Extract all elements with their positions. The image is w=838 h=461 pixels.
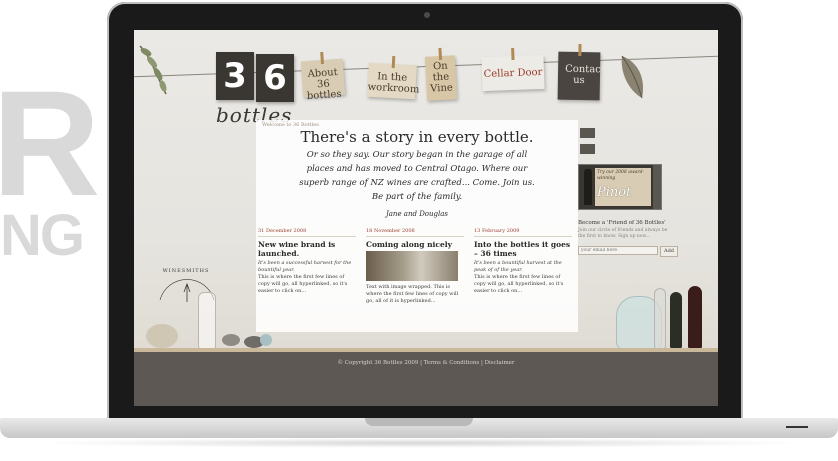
friend-signup-title: Become a 'Friend of 36 Bottles' [578,220,666,226]
nav-contact-label: Contact us [565,63,605,87]
nav-about[interactable]: About 36 bottles [300,51,346,102]
post-date: 13 February 2009 [474,228,572,237]
nav-vine-label: On the Vine [429,60,454,95]
nav-vine[interactable]: On the Vine [424,47,458,101]
friend-signup-text: Join our circle of friends and always be… [578,228,668,239]
social-icon[interactable] [580,128,595,138]
clothes-peg-icon [320,51,325,65]
wine-bottle-icon [670,292,682,348]
post-lead: It's been a bountiful harvest at the pea… [474,260,562,273]
background-letters-small: NG [0,203,85,268]
post-date: 31 December 2008 [258,228,356,237]
nav-workroom[interactable]: In the workroom [367,55,420,100]
camera-icon [424,12,430,18]
stone-icon [222,334,240,346]
stamp-text: WINESMITHS [162,268,210,274]
stone-icon [260,334,272,346]
stone-icon [146,324,178,348]
nav-contact[interactable]: Contact us [557,43,605,101]
laptop-shadow [30,438,810,448]
post-excerpt[interactable]: This is where the first few lines of cop… [474,274,572,295]
nav-about-label: About 36 bottles [306,66,342,103]
post-excerpt[interactable]: Text with image wrapped. This is where t… [366,284,464,305]
pinot-promo-banner[interactable]: Try our 2008 award-winning Pinot [578,164,662,210]
nav-cellar-door[interactable]: Cellar Door [481,47,545,92]
logo-digit-card-3[interactable]: 3 [216,52,254,100]
laptop-base [0,418,838,438]
social-icon[interactable] [580,144,595,154]
add-button[interactable]: Add [660,246,678,257]
promo-product: Pinot [597,185,632,200]
promo-side-tab [653,165,661,209]
lid-notch [365,418,473,426]
blog-post[interactable]: 31 December 2008 New wine brand is launc… [258,228,356,295]
glass-jar-icon [198,292,216,350]
page-headline: There's a story in every bottle. [300,128,534,146]
background-letter-large: R [0,78,100,227]
clothes-peg-icon [438,47,443,61]
logo-digit: 6 [263,58,287,98]
blog-post[interactable]: 13 February 2009 Into the bottles it goe… [474,228,572,295]
glass-jar-icon [654,288,666,350]
clothes-peg-icon [511,47,515,61]
post-excerpt[interactable]: This is where the first few lines of cop… [258,274,356,295]
email-field[interactable] [578,246,658,255]
background-lettering: R NG [0,78,110,278]
signature: Jane and Douglas [385,210,449,218]
intro-paragraph: Or so they say. Our story began in the g… [299,150,535,202]
logo-digit-card-6[interactable]: 6 [256,54,294,102]
leaf-icon [621,55,644,99]
wine-bottle-icon [688,286,702,348]
clothes-peg-icon [578,43,582,57]
website-screen: 3 6 bottles About 36 bottles In the work… [134,30,718,406]
post-thumbnail[interactable] [366,251,458,281]
post-title[interactable]: New wine brand is launched. [258,240,356,258]
logo-digit: 3 [223,56,247,96]
clothes-peg-icon [391,55,396,69]
promo-text: Try our 2008 award-winning [597,170,644,181]
post-title[interactable]: Coming along nicely [366,240,464,249]
status-light-icon [786,426,808,428]
post-date: 18 November 2008 [366,228,464,237]
wine-bottle-icon [584,169,592,205]
post-title[interactable]: Into the bottles it goes – 36 times [474,240,572,258]
footer-links[interactable]: © Copyright 36 Bottles 2009 | Terms & Co… [134,360,718,366]
blog-post[interactable]: 18 November 2008 Coming along nicely Tex… [366,228,464,305]
post-lead: It's been a successful harvest for the b… [258,260,352,273]
herb-branch-icon [139,45,167,95]
